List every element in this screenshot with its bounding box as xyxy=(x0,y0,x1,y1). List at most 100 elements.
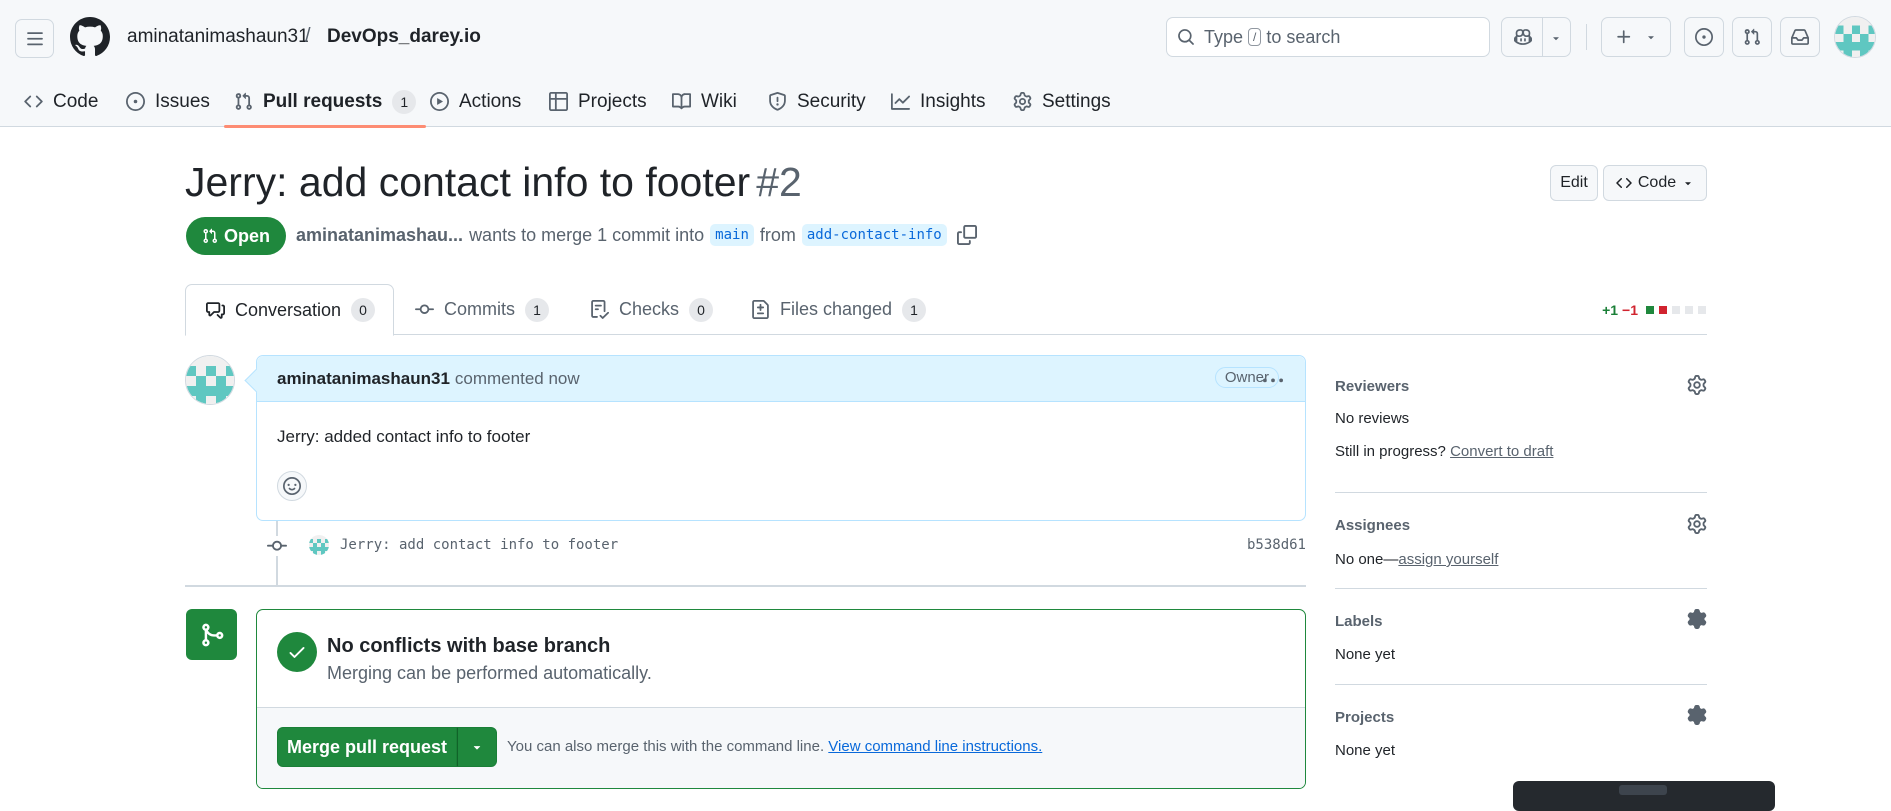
git-merge-icon xyxy=(201,623,223,646)
git-pull-request-icon xyxy=(235,92,252,110)
assign-yourself-link[interactable]: assign yourself xyxy=(1398,551,1498,568)
breadcrumb-owner[interactable]: aminatanimashaun31 xyxy=(127,26,309,48)
nav-insights[interactable]: Insights xyxy=(891,76,985,127)
diffstat-additions: +1 xyxy=(1602,302,1619,318)
tab-commits[interactable]: Commits 1 xyxy=(415,284,549,335)
comment-author-avatar[interactable] xyxy=(185,355,235,405)
assignees-heading[interactable]: Assignees xyxy=(1335,517,1410,534)
tab-files-changed[interactable]: Files changed 1 xyxy=(751,284,927,335)
nav-projects[interactable]: Projects xyxy=(549,76,647,127)
tab-checks[interactable]: Checks 0 xyxy=(590,284,714,335)
app-header: aminatanimashaun31 / DevOps_darey.io Typ… xyxy=(0,0,1891,128)
code-dropdown-button[interactable]: Code xyxy=(1603,165,1707,201)
nav-issues-label: Issues xyxy=(155,90,210,112)
tab-commits-label: Commits xyxy=(444,299,515,319)
global-bar: aminatanimashaun31 / DevOps_darey.io Typ… xyxy=(0,0,1891,76)
merge-status-title: No conflicts with base branch xyxy=(327,635,611,657)
nav-security[interactable]: Security xyxy=(768,76,866,127)
issue-opened-icon xyxy=(126,92,145,111)
comment-header: aminatanimashaun31 commented now Owner xyxy=(257,356,1305,402)
shield-icon xyxy=(769,92,786,111)
diffstat-deletions: −1 xyxy=(1622,302,1638,318)
reviewers-heading[interactable]: Reviewers xyxy=(1335,378,1409,395)
nav-actions[interactable]: Actions xyxy=(430,76,521,127)
diffstat-block xyxy=(1672,306,1680,314)
copilot-button[interactable] xyxy=(1501,17,1571,57)
nav-code[interactable]: Code xyxy=(24,76,98,127)
command-line-hint-text: You can also merge this with the command… xyxy=(507,738,825,755)
head-branch-ref[interactable]: add-contact-info xyxy=(801,224,947,246)
your-pull-requests-button[interactable] xyxy=(1732,17,1772,57)
inbox-icon xyxy=(1791,29,1809,45)
menu-icon xyxy=(26,31,43,45)
merge-box: No conflicts with base branch Merging ca… xyxy=(256,609,1306,789)
hamburger-menu-button[interactable] xyxy=(15,19,54,58)
plus-icon xyxy=(1617,30,1631,44)
code-button-label: Code xyxy=(1637,174,1677,191)
diffstat-block xyxy=(1646,306,1654,314)
sidebar-projects: Projects None yet xyxy=(1335,685,1707,781)
git-pull-request-icon xyxy=(1744,28,1760,45)
comment-author-link[interactable]: aminatanimashaun31 xyxy=(277,369,450,389)
labels-value: None yet xyxy=(1335,646,1396,663)
assignees-value: No one—assign yourself xyxy=(1335,551,1498,568)
labels-heading[interactable]: Labels xyxy=(1335,613,1383,630)
sidebar-labels: Labels None yet xyxy=(1335,589,1707,685)
copilot-icon xyxy=(1514,29,1532,45)
checklist-icon xyxy=(591,300,609,319)
nav-projects-label: Projects xyxy=(578,90,647,112)
nav-settings[interactable]: Settings xyxy=(1013,76,1111,127)
commit-author-avatar[interactable] xyxy=(309,535,329,555)
diffstat-block xyxy=(1659,306,1667,314)
merge-method-dropdown[interactable] xyxy=(457,727,497,767)
pr-meta: aminatanimashau... wants to merge 1 comm… xyxy=(296,224,977,246)
search-input[interactable]: Type / to search xyxy=(1166,17,1490,57)
edit-button-label: Edit xyxy=(1560,174,1588,191)
sidebar-reviewers: Reviewers No reviews Still in progress? … xyxy=(1335,355,1707,493)
nav-pull-requests[interactable]: Pull requests 1 xyxy=(223,76,427,128)
nav-wiki-label: Wiki xyxy=(701,90,737,112)
projects-heading[interactable]: Projects xyxy=(1335,709,1394,726)
issue-opened-icon xyxy=(1695,28,1713,46)
base-branch-ref[interactable]: main xyxy=(710,224,754,246)
kebab-horizontal-icon[interactable] xyxy=(1263,371,1283,391)
pr-author-link[interactable]: aminatanimashau... xyxy=(296,225,463,246)
play-icon xyxy=(430,92,449,111)
merge-pull-request-button[interactable]: Merge pull request xyxy=(277,727,457,767)
git-commit-icon xyxy=(415,304,434,314)
edit-title-button[interactable]: Edit xyxy=(1550,165,1598,201)
pr-state-badge: Open xyxy=(186,217,286,255)
assignees-none-text: No one— xyxy=(1335,551,1399,568)
nav-issues[interactable]: Issues xyxy=(126,76,210,127)
notifications-button[interactable] xyxy=(1780,17,1820,57)
copy-icon[interactable] xyxy=(956,225,977,245)
user-avatar[interactable] xyxy=(1834,16,1876,58)
convert-to-draft-link[interactable]: Convert to draft xyxy=(1450,443,1553,460)
diffstat-block xyxy=(1698,306,1706,314)
gear-icon[interactable] xyxy=(1687,514,1707,534)
commit-message-link[interactable]: Jerry: add contact info to footer xyxy=(340,537,618,553)
command-line-instructions-link[interactable]: View command line instructions. xyxy=(828,738,1042,755)
tab-checks-count: 0 xyxy=(689,297,714,322)
create-new-button[interactable] xyxy=(1601,17,1671,57)
breadcrumb-repo[interactable]: DevOps_darey.io xyxy=(327,26,481,48)
gear-icon[interactable] xyxy=(1687,609,1707,629)
add-reaction-button[interactable] xyxy=(277,471,307,501)
gear-icon[interactable] xyxy=(1687,705,1707,725)
tab-conversation[interactable]: Conversation 0 xyxy=(185,284,394,336)
reviewers-value: No reviews xyxy=(1335,410,1410,427)
search-suffix: to search xyxy=(1266,26,1341,47)
tab-checks-label: Checks xyxy=(619,299,680,319)
github-logo-icon[interactable] xyxy=(70,17,110,57)
your-issues-button[interactable] xyxy=(1684,17,1724,57)
diffstat: +1 −1 xyxy=(1602,302,1707,318)
nav-wiki[interactable]: Wiki xyxy=(672,76,737,127)
merge-status-icon xyxy=(186,609,237,660)
gear-icon[interactable] xyxy=(1687,375,1707,395)
git-pull-request-icon xyxy=(203,228,217,244)
comment-discussion-icon xyxy=(206,301,225,319)
comment-body: Jerry: added contact info to footer xyxy=(277,427,531,446)
commit-sha-link[interactable]: b538d61 xyxy=(1247,537,1306,553)
check-icon xyxy=(289,647,305,658)
comment-timestamp[interactable]: commented now xyxy=(455,369,580,389)
